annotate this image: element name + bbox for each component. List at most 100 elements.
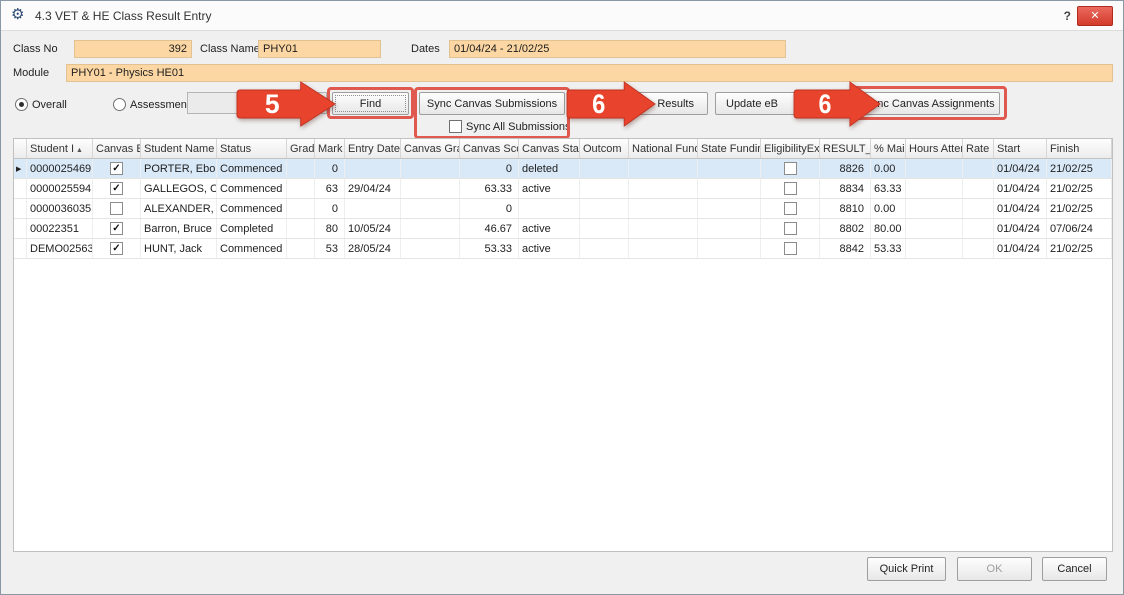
column-header-grade[interactable]: Grade: [287, 139, 315, 158]
help-button[interactable]: ?: [1064, 9, 1071, 23]
cell-state-funding: [698, 239, 761, 258]
cell-finish-date: 21/02/25: [1047, 239, 1112, 258]
cell-hours-attended: [906, 159, 963, 178]
results-grid: Student I▲Canvas EStudent NameStatusGrad…: [13, 138, 1113, 552]
column-header-start-date[interactable]: Start: [994, 139, 1047, 158]
column-header-canvas-status[interactable]: Canvas Stat: [519, 139, 580, 158]
cell-state-funding: [698, 159, 761, 178]
column-header-state-funding[interactable]: State Fundir: [698, 139, 761, 158]
quick-print-button[interactable]: Quick Print: [867, 557, 946, 581]
annotation-number: 6: [819, 89, 832, 119]
cell-eligibility-exempt: [761, 159, 820, 178]
row-indicator: [14, 179, 27, 198]
assessment-radio[interactable]: [113, 98, 126, 111]
column-header-mark[interactable]: Mark: [315, 139, 345, 158]
eligibility-exempt-checkbox[interactable]: [784, 162, 797, 175]
update-eb-button[interactable]: Update eB: [715, 92, 807, 115]
overall-radio[interactable]: [15, 98, 28, 111]
column-header-canvas-score[interactable]: Canvas Sco: [460, 139, 519, 158]
cell-rate: [963, 239, 994, 258]
column-header-canvas-enrolled[interactable]: Canvas E: [93, 139, 141, 158]
table-row[interactable]: 00022351✓Barron, BruceCompleted8010/05/2…: [14, 219, 1112, 239]
ok-button[interactable]: OK: [957, 557, 1032, 581]
cell-percent-mark: 63.33: [871, 179, 906, 198]
cell-hours-attended: [906, 219, 963, 238]
cell-mark: 0: [315, 159, 345, 178]
cell-rate: [963, 219, 994, 238]
column-header-label: Student Name: [144, 143, 214, 155]
assessment-label: Assessment: [130, 98, 190, 112]
canvas-enrolled-checkbox[interactable]: ✓: [110, 222, 123, 235]
column-header-label: % Mai: [874, 143, 905, 155]
close-button[interactable]: ✕: [1077, 6, 1113, 26]
overall-label: Overall: [32, 98, 67, 112]
canvas-enrolled-checkbox[interactable]: ✓: [110, 162, 123, 175]
column-header-student-name[interactable]: Student Name: [141, 139, 217, 158]
column-header-hours-attended[interactable]: Hours Atten: [906, 139, 963, 158]
eligibility-exempt-checkbox[interactable]: [784, 222, 797, 235]
eligibility-exempt-checkbox[interactable]: [784, 202, 797, 215]
assessment-select[interactable]: [187, 92, 327, 114]
column-header-eligibility-exempt[interactable]: EligibilityEx: [761, 139, 820, 158]
results-button[interactable]: Results: [597, 92, 708, 115]
class-name-field[interactable]: PHY01: [258, 40, 381, 58]
sync-canvas-assignments-button[interactable]: Sync Canvas Assignments: [859, 92, 1000, 115]
cell-start-date: 01/04/24: [994, 199, 1047, 218]
row-indicator: [14, 239, 27, 258]
column-header-rate[interactable]: Rate: [963, 139, 994, 158]
titlebar: ⚙ 4.3 VET & HE Class Result Entry ? ✕: [1, 1, 1123, 31]
row-indicator: [14, 219, 27, 238]
cell-student-id: 00022351: [27, 219, 93, 238]
row-indicator: [14, 199, 27, 218]
column-header-canvas-grade[interactable]: Canvas Gra: [401, 139, 460, 158]
eligibility-exempt-checkbox[interactable]: [784, 242, 797, 255]
cell-canvas-enrolled: ✓: [93, 159, 141, 178]
cell-eligibility-exempt: [761, 219, 820, 238]
canvas-enrolled-checkbox[interactable]: ✓: [110, 242, 123, 255]
column-header-national-funding[interactable]: National Fundi: [629, 139, 698, 158]
cell-national-funding: [629, 179, 698, 198]
class-no-field[interactable]: 392: [74, 40, 192, 58]
column-header-student-id[interactable]: Student I▲: [27, 139, 93, 158]
canvas-enrolled-checkbox[interactable]: ✓: [110, 182, 123, 195]
column-header-label: Outcom: [583, 143, 622, 155]
canvas-enrolled-checkbox[interactable]: [110, 202, 123, 215]
dates-field[interactable]: 01/04/24 - 21/02/25: [449, 40, 786, 58]
table-row[interactable]: DEMO02563✓HUNT, JackCommenced5328/05/245…: [14, 239, 1112, 259]
column-header-status[interactable]: Status: [217, 139, 287, 158]
table-row[interactable]: 0000036035ALEXANDER, JCommenced0088100.0…: [14, 199, 1112, 219]
sync-all-submissions-checkbox[interactable]: [449, 120, 462, 133]
cell-status: Commenced: [217, 239, 287, 258]
table-row[interactable]: ▶0000025469✓PORTER, EbonCommenced00delet…: [14, 159, 1112, 179]
cell-canvas-score: 53.33: [460, 239, 519, 258]
cell-student-name: ALEXANDER, J: [141, 199, 217, 218]
cell-status: Commenced: [217, 179, 287, 198]
sync-canvas-submissions-button[interactable]: Sync Canvas Submissions: [419, 92, 565, 115]
column-header-entry-date[interactable]: Entry Date: [345, 139, 401, 158]
grid-header: Student I▲Canvas EStudent NameStatusGrad…: [14, 139, 1112, 159]
cell-outcome: [580, 199, 629, 218]
column-header-percent-mark[interactable]: % Mai: [871, 139, 906, 158]
cell-national-funding: [629, 159, 698, 178]
find-button[interactable]: Find: [332, 92, 409, 115]
cell-canvas-grade: [401, 159, 460, 178]
column-header-label: Canvas Gra: [404, 143, 460, 155]
table-row[interactable]: 0000025594✓GALLEGOS, CaCommenced6329/04/…: [14, 179, 1112, 199]
cell-student-name: HUNT, Jack: [141, 239, 217, 258]
column-header-result[interactable]: RESULT_: [820, 139, 871, 158]
cell-entry-date: 10/05/24: [345, 219, 401, 238]
module-label: Module: [13, 66, 49, 80]
column-header-finish-date[interactable]: Finish: [1047, 139, 1112, 158]
module-field[interactable]: PHY01 - Physics HE01: [66, 64, 1113, 82]
column-header-outcome[interactable]: Outcom: [580, 139, 629, 158]
cell-start-date: 01/04/24: [994, 159, 1047, 178]
eligibility-exempt-checkbox[interactable]: [784, 182, 797, 195]
cell-entry-date: 29/04/24: [345, 179, 401, 198]
cell-result: 8834: [820, 179, 871, 198]
cell-result: 8842: [820, 239, 871, 258]
cancel-button[interactable]: Cancel: [1042, 557, 1107, 581]
cell-outcome: [580, 219, 629, 238]
cell-canvas-score: 0: [460, 199, 519, 218]
row-indicator-header: [14, 139, 27, 158]
column-header-label: National Fundi: [632, 143, 698, 155]
